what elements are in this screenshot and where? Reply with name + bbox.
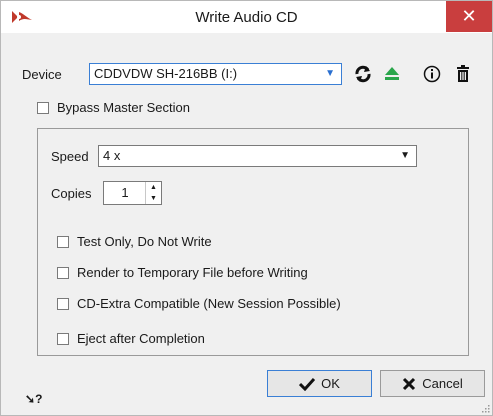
- checkmark-icon: [299, 377, 316, 391]
- checkbox-box[interactable]: [37, 101, 49, 114]
- option-checkbox-test-only[interactable]: Test Only, Do Not Write: [57, 234, 212, 249]
- device-select[interactable]: CDDVDW SH-216BB (I:) ▼: [89, 63, 342, 85]
- copies-value: 1: [121, 185, 129, 200]
- ok-button-label: OK: [321, 376, 340, 391]
- device-label: Device: [22, 67, 62, 82]
- option-label: Test Only, Do Not Write: [77, 234, 212, 249]
- help-icon[interactable]: ➘?: [25, 392, 42, 406]
- option-checkbox-cd-extra[interactable]: CD-Extra Compatible (New Session Possibl…: [57, 296, 341, 311]
- info-icon[interactable]: [422, 64, 442, 84]
- resize-grip-icon[interactable]: [482, 405, 490, 413]
- help-arrow-icon: ➘: [25, 392, 36, 406]
- dropdown-caret-icon: ▼: [400, 150, 410, 161]
- checkbox-box[interactable]: [57, 332, 69, 345]
- cancel-button-label: Cancel: [422, 376, 463, 391]
- refresh-icon[interactable]: [353, 64, 373, 84]
- dialog-title: Write Audio CD: [195, 9, 298, 26]
- title-bar: Write Audio CD ✕: [1, 1, 492, 33]
- x-icon: [403, 377, 416, 390]
- copies-stepper[interactable]: 1 ▲ ▼: [103, 181, 162, 205]
- close-button[interactable]: ✕: [446, 1, 492, 32]
- cancel-button[interactable]: Cancel: [380, 370, 485, 397]
- speed-select[interactable]: 4 x ▼: [98, 145, 417, 167]
- help-mark: ?: [35, 392, 43, 406]
- speed-select-value: 4 x: [103, 148, 121, 163]
- eject-icon[interactable]: [382, 64, 402, 84]
- write-audio-cd-dialog: Write Audio CD ✕ Device CDDVDW SH-216BB …: [0, 0, 493, 416]
- checkbox-box[interactable]: [57, 297, 69, 310]
- checkbox-box[interactable]: [57, 266, 69, 279]
- copies-label: Copies: [51, 186, 92, 201]
- dropdown-caret-icon: ▼: [325, 68, 335, 79]
- ok-button[interactable]: OK: [267, 370, 372, 397]
- option-checkbox-render-temp-file[interactable]: Render to Temporary File before Writing: [57, 265, 308, 280]
- bypass-master-section-checkbox[interactable]: Bypass Master Section: [37, 100, 190, 115]
- stepper-arrows-icon[interactable]: ▲ ▼: [145, 182, 161, 204]
- option-checkbox-eject-after[interactable]: Eject after Completion: [57, 331, 205, 346]
- speed-label: Speed: [51, 149, 89, 164]
- option-label: Render to Temporary File before Writing: [77, 265, 308, 280]
- checkbox-box[interactable]: [57, 235, 69, 248]
- option-label: CD-Extra Compatible (New Session Possibl…: [77, 296, 341, 311]
- bypass-master-section-label: Bypass Master Section: [57, 100, 190, 115]
- trash-icon[interactable]: [453, 64, 473, 84]
- device-select-value: CDDVDW SH-216BB (I:): [94, 66, 238, 81]
- option-label: Eject after Completion: [77, 331, 205, 346]
